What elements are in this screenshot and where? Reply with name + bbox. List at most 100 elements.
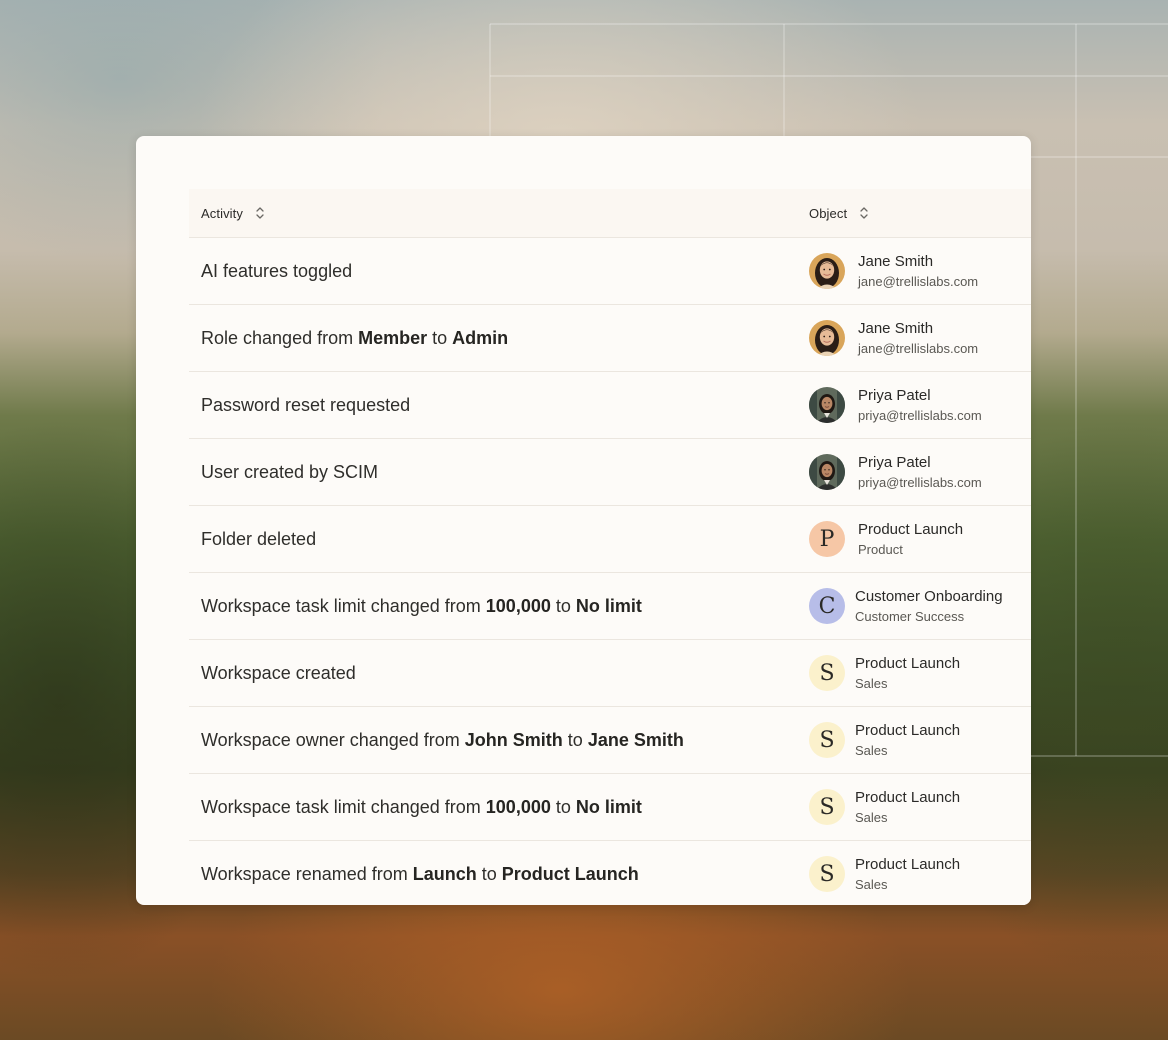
- avatar: S: [809, 789, 845, 825]
- table-row[interactable]: Workspace task limit changed from 100,00…: [189, 573, 1031, 640]
- object-name: Product Launch: [855, 789, 961, 806]
- activity-cell: Workspace owner changed from John Smith …: [201, 707, 684, 773]
- object-text: Customer Onboarding Customer Success: [855, 589, 1003, 623]
- avatar-photo: [809, 387, 845, 423]
- column-header-label: Activity: [201, 205, 243, 221]
- activity-value: 100,000: [485, 796, 551, 817]
- activity-text: Folder deleted: [201, 528, 317, 549]
- activity-value: No limit: [575, 595, 642, 616]
- object-text: Jane Smith jane@trellislabs.com: [858, 321, 978, 355]
- activity-text: Workspace task limit changed from: [201, 796, 486, 817]
- activity-value: Product Launch: [501, 863, 639, 884]
- table-row[interactable]: Role changed from Member to Admin Jane S…: [189, 305, 1031, 372]
- activity-cell: Workspace created: [201, 640, 356, 706]
- activity-cell: Workspace task limit changed from 100,00…: [201, 573, 642, 639]
- audit-log-panel: Activity Object AI features toggled Jane…: [136, 136, 1031, 905]
- object-subtitle: Product: [858, 542, 903, 557]
- object-cell[interactable]: Priya Patel priya@trellislabs.com: [809, 439, 982, 505]
- object-cell[interactable]: S Product Launch Sales: [809, 774, 960, 840]
- object-text: Product Launch Product: [858, 522, 963, 556]
- object-name: Product Launch: [858, 521, 964, 538]
- column-header-label: Object: [809, 205, 848, 221]
- activity-value: Jane Smith: [587, 729, 684, 750]
- object-cell[interactable]: C Customer Onboarding Customer Success: [809, 573, 1003, 639]
- table-header: Activity Object: [189, 189, 1031, 238]
- object-name: Product Launch: [855, 722, 961, 739]
- object-subtitle: priya@trellislabs.com: [858, 408, 982, 423]
- object-subtitle: Sales: [855, 743, 888, 758]
- table-row[interactable]: Workspace owner changed from John Smith …: [189, 707, 1031, 774]
- activity-text: to: [427, 327, 453, 348]
- object-cell[interactable]: S Product Launch Sales: [809, 707, 960, 773]
- object-name: Product Launch: [855, 856, 961, 873]
- activity-cell: Password reset requested: [201, 372, 410, 438]
- object-name: Priya Patel: [858, 454, 931, 471]
- table-row[interactable]: Password reset requested Priya Patel priy…: [189, 372, 1031, 439]
- activity-cell: AI features toggled: [201, 238, 352, 304]
- table-row[interactable]: Workspace task limit changed from 100,00…: [189, 774, 1031, 841]
- activity-value: Admin: [452, 327, 509, 348]
- activity-text: Workspace task limit changed from: [201, 595, 486, 616]
- activity-value: John Smith: [464, 729, 563, 750]
- activity-text: to: [550, 595, 576, 616]
- table-row[interactable]: User created by SCIM Priya Patel priya@tr…: [189, 439, 1031, 506]
- object-subtitle: Customer Success: [855, 609, 965, 624]
- object-cell[interactable]: Jane Smith jane@trellislabs.com: [809, 238, 978, 304]
- activity-text: Workspace created: [201, 662, 356, 683]
- activity-text: Password reset requested: [201, 394, 411, 415]
- object-subtitle: priya@trellislabs.com: [858, 475, 982, 490]
- avatar-photo: [809, 320, 845, 356]
- activity-value: Member: [358, 327, 428, 348]
- activity-cell: User created by SCIM: [201, 439, 378, 505]
- activity-value: Launch: [412, 863, 477, 884]
- activity-text: to: [476, 863, 502, 884]
- activity-text: AI features toggled: [201, 260, 353, 281]
- activity-text: User created by SCIM: [201, 461, 379, 482]
- object-cell[interactable]: S Product Launch Sales: [809, 640, 960, 706]
- activity-text: to: [562, 729, 588, 750]
- audit-log-table: Activity Object AI features toggled Jane…: [189, 189, 1031, 905]
- object-name: Product Launch: [855, 655, 961, 672]
- object-text: Product Launch Sales: [855, 790, 960, 824]
- activity-text: Role changed from: [201, 327, 359, 348]
- object-name: Priya Patel: [858, 387, 931, 404]
- sort-updown-icon[interactable]: [255, 206, 265, 220]
- object-name: Jane Smith: [858, 253, 934, 270]
- object-subtitle: Sales: [855, 810, 888, 825]
- activity-cell: Workspace renamed from Launch to Product…: [201, 841, 639, 905]
- object-cell[interactable]: Priya Patel priya@trellislabs.com: [809, 372, 982, 438]
- object-text: Product Launch Sales: [855, 857, 960, 891]
- table-body: AI features toggled Jane Smith jane@trell…: [189, 238, 1031, 905]
- activity-value: No limit: [575, 796, 642, 817]
- avatar: S: [809, 722, 845, 758]
- column-header-object[interactable]: Object: [809, 189, 869, 237]
- activity-cell: Role changed from Member to Admin: [201, 305, 508, 371]
- activity-cell: Workspace task limit changed from 100,00…: [201, 774, 642, 840]
- activity-value: 100,000: [485, 595, 551, 616]
- avatar: C: [809, 588, 845, 624]
- object-name: Jane Smith: [858, 320, 934, 337]
- object-subtitle: jane@trellislabs.com: [858, 274, 979, 289]
- object-name: Customer Onboarding: [855, 588, 1003, 605]
- object-cell[interactable]: S Product Launch Sales: [809, 841, 960, 905]
- column-header-activity[interactable]: Activity: [201, 189, 265, 237]
- activity-text: Workspace renamed from: [201, 863, 413, 884]
- object-cell[interactable]: P Product Launch Product: [809, 506, 963, 572]
- sort-updown-icon[interactable]: [859, 206, 869, 220]
- object-text: Priya Patel priya@trellislabs.com: [858, 388, 982, 422]
- table-row[interactable]: Workspace renamed from Launch to Product…: [189, 841, 1031, 905]
- object-subtitle: Sales: [855, 877, 888, 892]
- table-row[interactable]: AI features toggled Jane Smith jane@trell…: [189, 238, 1031, 305]
- avatar-photo: [809, 454, 845, 490]
- activity-text: Workspace owner changed from: [201, 729, 465, 750]
- activity-text: to: [550, 796, 576, 817]
- object-text: Product Launch Sales: [855, 656, 960, 690]
- avatar: S: [809, 856, 845, 892]
- object-text: Product Launch Sales: [855, 723, 960, 757]
- object-subtitle: Sales: [855, 676, 888, 691]
- table-row[interactable]: Folder deleted P Product Launch Product: [189, 506, 1031, 573]
- table-row[interactable]: Workspace created S Product Launch Sales: [189, 640, 1031, 707]
- object-text: Priya Patel priya@trellislabs.com: [858, 455, 982, 489]
- avatar: S: [809, 655, 845, 691]
- object-cell[interactable]: Jane Smith jane@trellislabs.com: [809, 305, 978, 371]
